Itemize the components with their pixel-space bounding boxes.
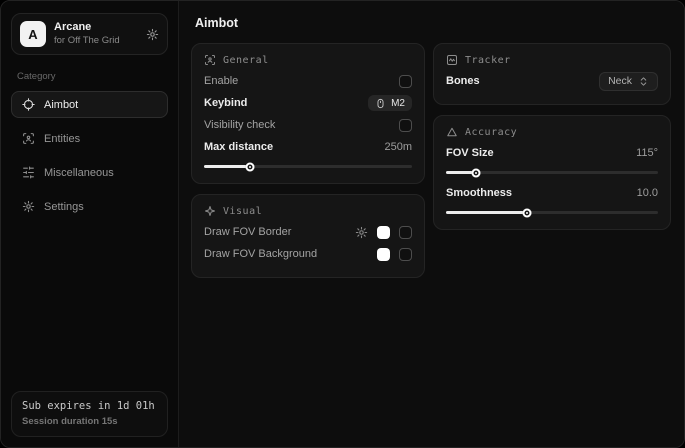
draw-fov-background-label: Draw FOV Background bbox=[204, 248, 317, 260]
app-logo-card: A Arcane for Off The Grid bbox=[11, 13, 168, 55]
gear-icon[interactable] bbox=[355, 226, 368, 239]
fov-background-controls bbox=[377, 248, 412, 261]
visibility-check-checkbox[interactable] bbox=[399, 119, 412, 132]
chevrons-up-down-icon bbox=[638, 76, 649, 87]
subscription-card: Sub expires in 1d 01h Session duration 1… bbox=[11, 391, 168, 437]
content: General Enable Keybind M2 bbox=[179, 39, 685, 292]
fov-size-value: 115° bbox=[636, 147, 658, 159]
triangle-icon bbox=[446, 126, 458, 138]
bones-selected-value: Neck bbox=[608, 75, 632, 87]
smoothness-label: Smoothness bbox=[446, 187, 512, 199]
fov-border-checkbox[interactable] bbox=[399, 226, 412, 239]
max-distance-label: Max distance bbox=[204, 141, 273, 153]
card-title: General bbox=[223, 55, 269, 66]
fov-size-slider[interactable] bbox=[446, 171, 658, 174]
keybind-value: M2 bbox=[391, 98, 405, 109]
fov-size-label: FOV Size bbox=[446, 147, 494, 159]
user-scan-icon bbox=[204, 54, 216, 66]
row-fov-size: FOV Size 115° bbox=[446, 142, 658, 164]
scan-person-icon bbox=[22, 132, 35, 145]
activity-square-icon bbox=[446, 54, 458, 66]
card-general: General Enable Keybind M2 bbox=[191, 43, 425, 184]
card-title: Visual bbox=[223, 206, 262, 217]
app-identity: Arcane for Off The Grid bbox=[54, 21, 120, 47]
row-enable: Enable bbox=[204, 70, 412, 92]
app-name: Arcane bbox=[54, 21, 120, 35]
sidebar-item-settings[interactable]: Settings bbox=[11, 193, 168, 220]
sidebar-item-label: Entities bbox=[44, 133, 80, 145]
slider-fill bbox=[204, 165, 250, 168]
smoothness-slider[interactable] bbox=[446, 211, 658, 214]
slider-thumb[interactable] bbox=[522, 208, 531, 217]
row-visibility-check: Visibility check bbox=[204, 114, 412, 136]
column-right: Tracker Bones Neck bbox=[433, 43, 671, 230]
sidebar-item-entities[interactable]: Entities bbox=[11, 125, 168, 152]
sparkle-icon bbox=[204, 205, 216, 217]
enable-label: Enable bbox=[204, 75, 238, 87]
session-duration-text: Session duration 15s bbox=[22, 416, 157, 427]
card-visual-header: Visual bbox=[204, 205, 412, 217]
card-accuracy-header: Accuracy bbox=[446, 126, 658, 138]
bones-label: Bones bbox=[446, 75, 480, 87]
sliders-icon bbox=[22, 166, 35, 179]
max-distance-value: 250m bbox=[384, 141, 412, 153]
sidebar-item-label: Settings bbox=[44, 201, 84, 213]
page-title: Aimbot bbox=[195, 16, 669, 30]
app-subtitle: for Off The Grid bbox=[54, 35, 120, 47]
max-distance-slider[interactable] bbox=[204, 165, 412, 168]
slider-fill bbox=[446, 211, 527, 214]
enable-checkbox[interactable] bbox=[399, 75, 412, 88]
slider-thumb[interactable] bbox=[245, 162, 254, 171]
sidebar-item-label: Aimbot bbox=[44, 99, 78, 111]
row-bones: Bones Neck bbox=[446, 70, 658, 92]
fov-border-color-swatch[interactable] bbox=[377, 226, 390, 239]
category-label: Category bbox=[17, 71, 162, 82]
bones-select[interactable]: Neck bbox=[599, 72, 658, 91]
row-keybind: Keybind M2 bbox=[204, 92, 412, 114]
row-draw-fov-background: Draw FOV Background bbox=[204, 243, 412, 265]
card-visual: Visual Draw FOV Border Draw bbox=[191, 194, 425, 278]
sub-expiry-text: Sub expires in 1d 01h bbox=[22, 400, 157, 412]
visibility-check-label: Visibility check bbox=[204, 119, 275, 131]
card-tracker: Tracker Bones Neck bbox=[433, 43, 671, 105]
fov-background-color-swatch[interactable] bbox=[377, 248, 390, 261]
crosshair-icon bbox=[22, 98, 35, 111]
main-panel: Aimbot General Enable bbox=[179, 1, 685, 447]
row-smoothness: Smoothness 10.0 bbox=[446, 182, 658, 204]
card-general-header: General bbox=[204, 54, 412, 66]
card-accuracy: Accuracy FOV Size 115° Smoothness 10.0 bbox=[433, 115, 671, 230]
mouse-icon bbox=[375, 98, 386, 109]
keybind-button[interactable]: M2 bbox=[368, 95, 412, 111]
main-header: Aimbot bbox=[179, 1, 685, 39]
sidebar: A Arcane for Off The Grid Category Aimbo… bbox=[1, 1, 179, 447]
fov-background-checkbox[interactable] bbox=[399, 248, 412, 261]
column-left: General Enable Keybind M2 bbox=[191, 43, 425, 278]
gear-icon[interactable] bbox=[146, 28, 159, 41]
gear-icon bbox=[22, 200, 35, 213]
card-title: Accuracy bbox=[465, 127, 517, 138]
sidebar-item-label: Miscellaneous bbox=[44, 167, 114, 179]
app-window: A Arcane for Off The Grid Category Aimbo… bbox=[0, 0, 685, 448]
app-logo: A bbox=[20, 21, 46, 47]
row-draw-fov-border: Draw FOV Border bbox=[204, 221, 412, 243]
card-title: Tracker bbox=[465, 55, 511, 66]
fov-border-controls bbox=[355, 226, 412, 239]
keybind-label: Keybind bbox=[204, 97, 247, 109]
slider-thumb[interactable] bbox=[471, 168, 480, 177]
sidebar-item-miscellaneous[interactable]: Miscellaneous bbox=[11, 159, 168, 186]
smoothness-value: 10.0 bbox=[637, 187, 658, 199]
draw-fov-border-label: Draw FOV Border bbox=[204, 226, 291, 238]
card-tracker-header: Tracker bbox=[446, 54, 658, 66]
sidebar-item-aimbot[interactable]: Aimbot bbox=[11, 91, 168, 118]
row-max-distance: Max distance 250m bbox=[204, 136, 412, 158]
